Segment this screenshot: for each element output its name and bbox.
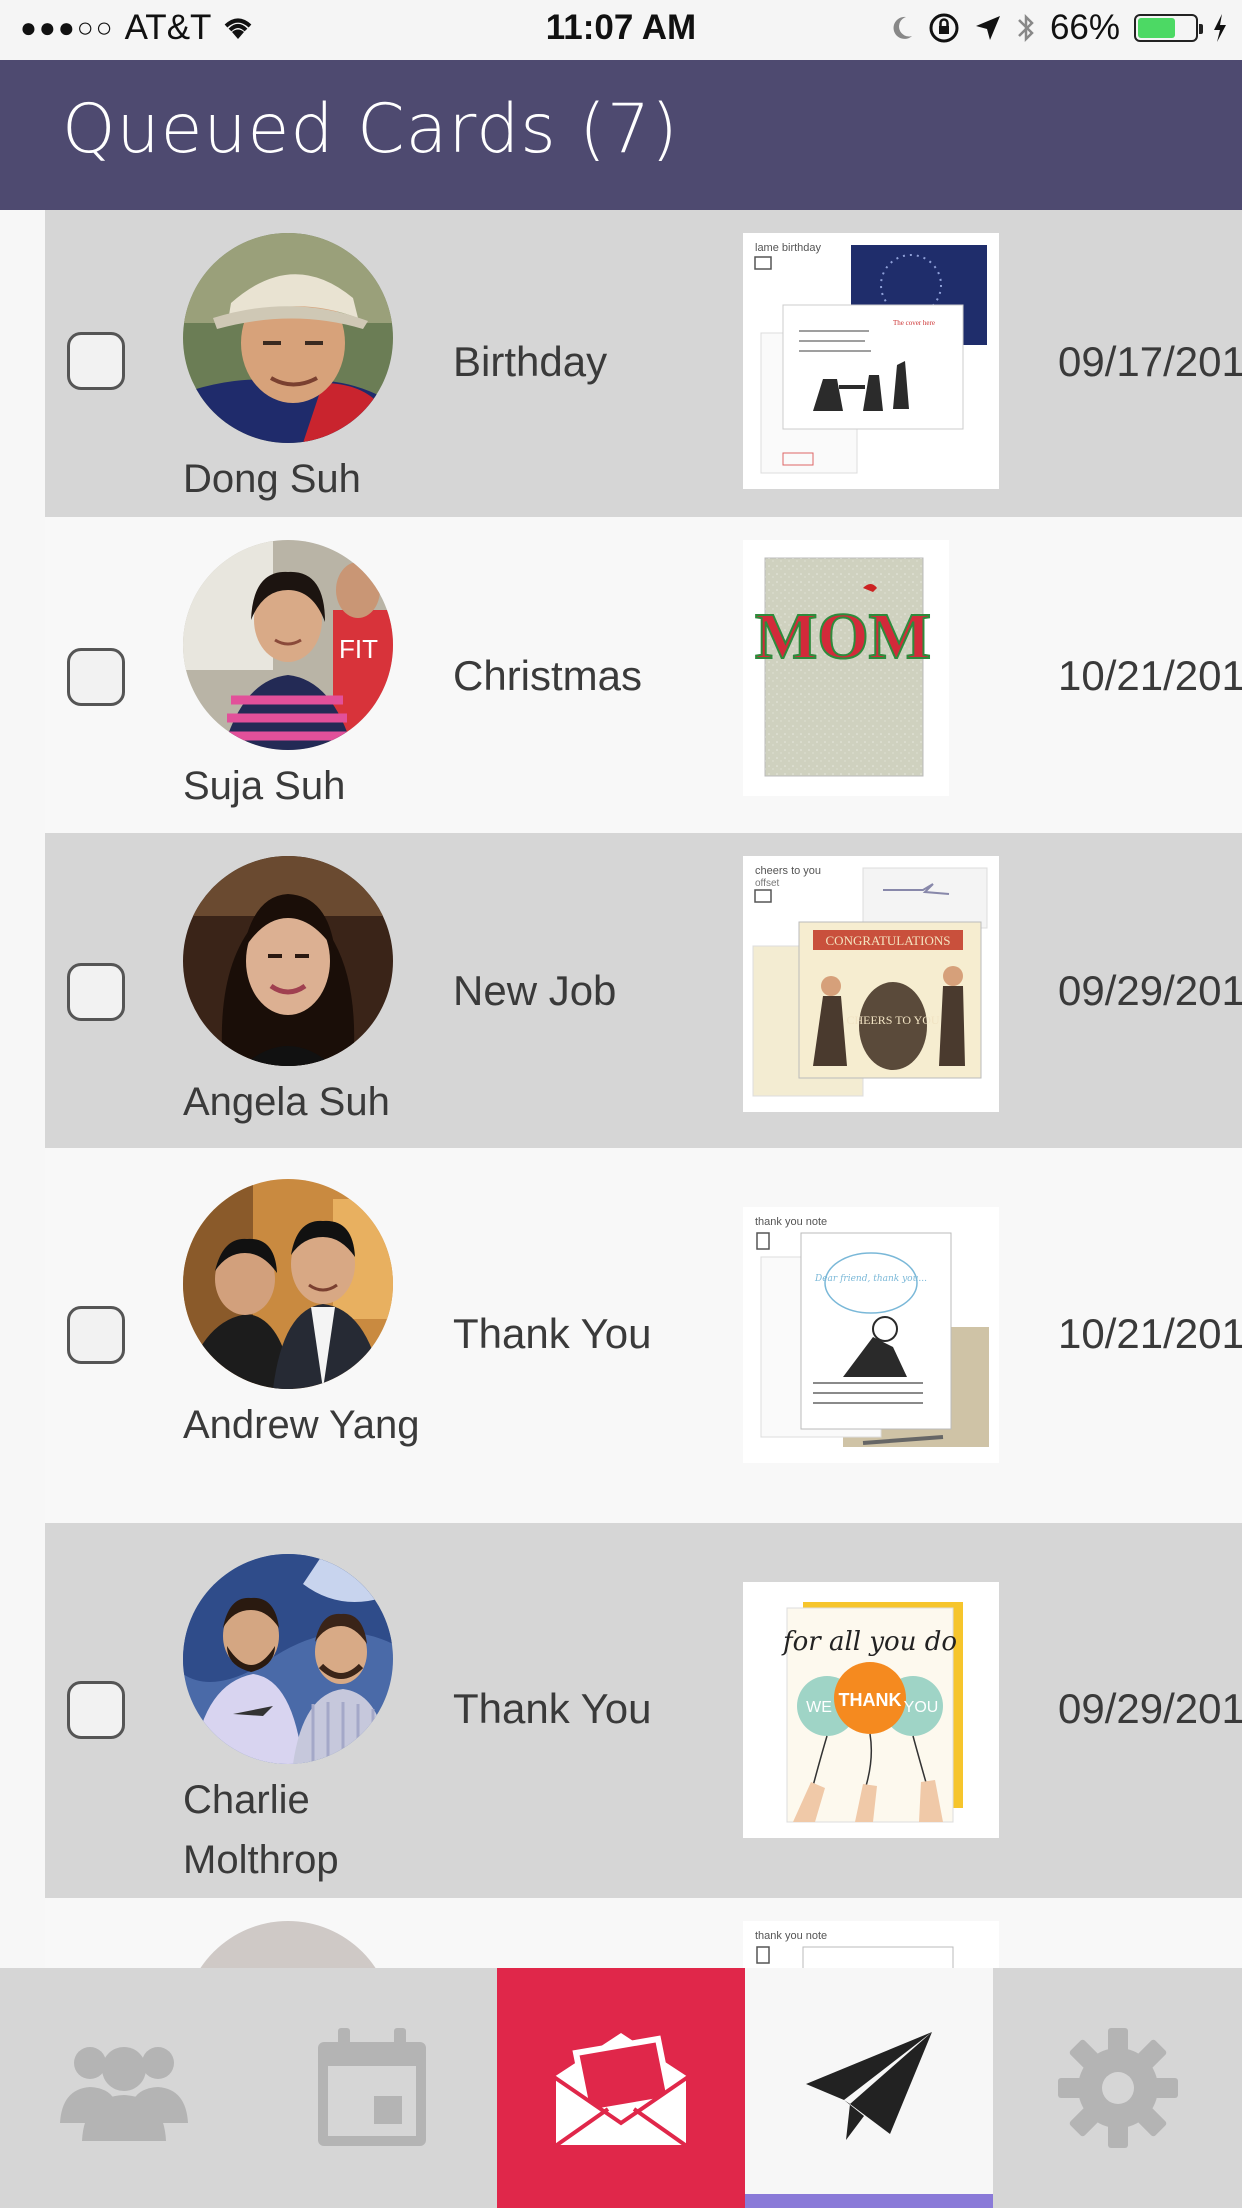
occasion-label: Christmas — [453, 652, 643, 699]
avatar: FIT — [183, 540, 393, 750]
status-bar: ●●●○○ AT&T 11:07 AM 66% — [0, 0, 1242, 60]
card-thumbnail[interactable]: MOM — [743, 540, 949, 796]
send-date: 10/21/201 — [1058, 1310, 1242, 1357]
occasion-label: Thank You — [453, 1310, 652, 1357]
card-thumbnail[interactable]: thank you note — [743, 1921, 999, 1968]
card-label: cheers to you — [755, 865, 821, 877]
card-sublabel: offset — [755, 878, 779, 889]
person-name: Andrew Yang — [183, 1403, 420, 1447]
card-label: lame birthday — [755, 242, 822, 254]
charging-bolt-icon — [1214, 14, 1226, 42]
people-icon — [60, 2047, 188, 2141]
person-name: Charlie Molthrop — [183, 1778, 339, 1882]
avatar — [183, 1179, 393, 1389]
card-note: The cover here — [893, 319, 935, 327]
person-name: Dong Suh — [183, 457, 361, 501]
bluetooth-icon — [1018, 13, 1034, 43]
avatar — [183, 1554, 393, 1764]
list-item[interactable]: Andrew Yang Thank You thank you note Dea… — [45, 1148, 1242, 1523]
card-thumbnail[interactable]: thank you note Dear friend, thank you... — [743, 1207, 999, 1463]
avatar — [183, 1921, 393, 1968]
card-thumbnail[interactable]: cheers to you offset CONGRATULATIONS CHE… — [743, 856, 999, 1112]
location-arrow-icon — [975, 16, 1000, 40]
card-label: thank you note — [755, 1930, 827, 1942]
card-art-thank: THANK — [839, 1690, 902, 1710]
tab-people[interactable] — [0, 1968, 248, 2208]
card-art-text: for all you do — [781, 1627, 957, 1657]
page-title: Queued Cards (7) — [62, 90, 679, 169]
tab-settings[interactable] — [994, 1968, 1242, 2208]
avatar — [183, 233, 393, 443]
send-date: 09/29/201 — [1058, 1685, 1242, 1732]
card-thumbnail[interactable]: for all you do WE THANK YOU — [743, 1582, 999, 1838]
bottom-tab-bar — [0, 1968, 1242, 2208]
card-art-you: YOU — [904, 1699, 939, 1716]
battery-icon — [1134, 14, 1203, 42]
moon-icon — [893, 16, 912, 39]
calendar-icon — [318, 2028, 426, 2146]
list-item[interactable]: thank you note — [45, 1898, 1242, 1968]
envelope-icon — [552, 2033, 690, 2149]
queued-cards-list[interactable]: Dong Suh Birthday lame birthday The cove… — [0, 210, 1242, 1968]
send-date: 10/21/201 — [1058, 652, 1242, 699]
select-checkbox[interactable] — [67, 963, 125, 1021]
list-item[interactable]: Angela Suh New Job cheers to you offset … — [45, 833, 1242, 1148]
occasion-label: Birthday — [453, 338, 608, 385]
select-checkbox[interactable] — [67, 332, 125, 390]
list-item[interactable]: Charlie Molthrop Thank You for all you d… — [45, 1523, 1242, 1898]
card-art-barrel: CHEERS TO YOU — [846, 1013, 939, 1027]
list-item[interactable]: FIT Suja Suh Christmas MOM 10/21/201 — [45, 517, 1242, 833]
select-checkbox[interactable] — [67, 1681, 125, 1739]
card-art-text: MOM — [755, 600, 931, 673]
paper-plane-icon — [806, 2032, 932, 2140]
rotation-lock-icon — [929, 13, 959, 43]
svg-text:FIT: FIT — [339, 634, 378, 664]
tab-queued[interactable] — [745, 1968, 993, 2208]
occasion-label: Thank You — [453, 1685, 652, 1732]
person-name: Angela Suh — [183, 1080, 390, 1124]
list-item[interactable]: Dong Suh Birthday lame birthday The cove… — [45, 210, 1242, 517]
tab-calendar[interactable] — [248, 1968, 496, 2208]
gear-icon — [1058, 2028, 1178, 2148]
card-thumbnail[interactable]: lame birthday The cover here — [743, 233, 999, 489]
battery-percent: 66% — [1049, 8, 1120, 47]
avatar — [183, 856, 393, 1066]
person-name: Suja Suh — [183, 764, 346, 808]
select-checkbox[interactable] — [67, 648, 125, 706]
card-art-we: WE — [806, 1699, 832, 1716]
send-date: 09/17/201 — [1058, 338, 1242, 385]
selected-tab-indicator — [745, 2194, 993, 2208]
card-art-bubble: Dear friend, thank you... — [814, 1274, 927, 1284]
app-header: Queued Cards (7) — [0, 60, 1242, 210]
send-date: 09/29/201 — [1058, 967, 1242, 1014]
select-checkbox[interactable] — [67, 1306, 125, 1364]
card-label: thank you note — [755, 1216, 827, 1228]
card-art-banner: CONGRATULATIONS — [826, 933, 951, 948]
tab-cards[interactable] — [497, 1968, 745, 2208]
occasion-label: New Job — [453, 967, 617, 1014]
